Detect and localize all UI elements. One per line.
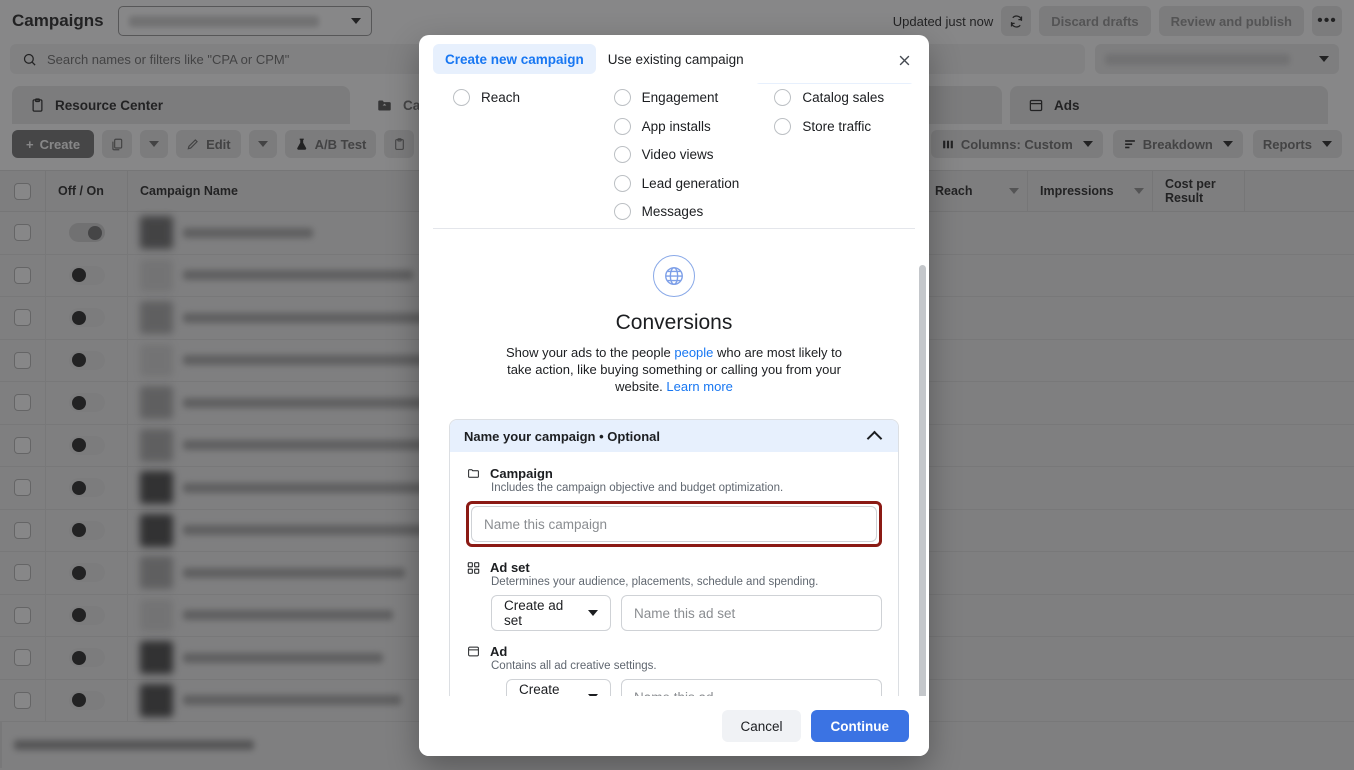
ad-set-name-placeholder: Name this ad set [634, 605, 736, 621]
cancel-button[interactable]: Cancel [722, 710, 801, 742]
radio-icon[interactable] [613, 89, 631, 107]
continue-button[interactable]: Continue [810, 710, 909, 742]
radio-icon[interactable] [774, 117, 792, 135]
objective-option-lead-generation[interactable]: Lead generation [594, 169, 755, 198]
globe-icon-wrapper [653, 255, 695, 297]
objective-option-reach[interactable]: Reach [433, 84, 594, 113]
people-link[interactable]: people [674, 345, 713, 360]
modal-scroll-area: Brand awarenessReachTrafficEngagementApp… [419, 83, 929, 696]
adset-label: Ad set [490, 560, 530, 575]
radio-icon[interactable] [453, 89, 470, 107]
objective-label: Store traffic [802, 118, 872, 134]
learn-more-link[interactable]: Learn more [666, 379, 732, 394]
tab-create-new-campaign[interactable]: Create new campaign [433, 44, 596, 74]
objective-option-messages[interactable]: Messages [594, 198, 755, 227]
close-button[interactable] [893, 49, 915, 71]
campaign-name-input[interactable]: Name this campaign [471, 506, 877, 542]
objective-option-engagement[interactable]: Engagement [594, 84, 755, 113]
chevron-up-icon[interactable] [866, 430, 883, 446]
create-ad-label: Create ad [519, 682, 560, 696]
create-campaign-modal: Create new campaign Use existing campaig… [419, 35, 929, 756]
modal-tab-bar: Create new campaign Use existing campaig… [419, 35, 929, 83]
objective-label: Reach [481, 90, 521, 106]
objective-label: Video views [641, 147, 714, 163]
create-ad-set-label: Create ad set [504, 598, 564, 628]
ad-icon [468, 646, 479, 657]
campaign-name-placeholder: Name this campaign [484, 516, 608, 532]
ad-name-input[interactable]: Name this ad [621, 679, 882, 696]
radio-icon[interactable] [613, 146, 631, 164]
campaign-label: Campaign [490, 466, 553, 481]
campaign-name-highlight: Name this campaign [466, 501, 882, 547]
objective-detail: Conversions Show your ads to the people … [433, 229, 915, 403]
objective-label: Catalog sales [802, 90, 885, 106]
objective-option-catalog-sales[interactable]: Catalog sales [754, 84, 915, 113]
name-campaign-title: Name your campaign • Optional [464, 428, 660, 444]
objective-label: Lead generation [641, 175, 740, 191]
adset-section-header: Ad set [466, 560, 882, 575]
radio-icon[interactable] [613, 117, 631, 135]
create-ad-select[interactable]: Create ad [506, 679, 611, 696]
globe-icon [665, 267, 683, 285]
chevron-down-icon [588, 610, 598, 616]
name-campaign-header[interactable]: Name your campaign • Optional [450, 420, 898, 452]
objective-title: Conversions [615, 311, 733, 334]
objective-description: Show your ads to the people people who a… [499, 344, 849, 395]
objective-column: Brand awarenessReach [433, 83, 594, 226]
ad-subtitle: Contains all ad creative settings. [491, 660, 657, 672]
campaign-section-header: Campaign [466, 466, 882, 481]
campaign-subtitle: Includes the campaign objective and budg… [491, 482, 784, 494]
objective-option-store-traffic[interactable]: Store traffic [754, 112, 915, 141]
ad-name-placeholder: Name this ad [634, 690, 714, 697]
objective-label: App installs [641, 118, 711, 134]
adset-icon [467, 561, 480, 574]
ad-set-name-input[interactable]: Name this ad set [621, 595, 882, 631]
objective-column: TrafficEngagementApp installsVideo views… [594, 83, 755, 226]
modal-footer: Cancel Continue [419, 696, 929, 756]
adset-subtitle: Determines your audience, placements, sc… [491, 576, 819, 588]
radio-icon[interactable] [774, 89, 792, 107]
folder-icon [468, 469, 479, 478]
create-ad-set-select[interactable]: Create ad set [491, 595, 611, 631]
objective-option-video-views[interactable]: Video views [594, 141, 755, 170]
objective-label: Messages [641, 204, 704, 220]
ad-section-header: Ad [466, 644, 882, 659]
modal-scrollbar[interactable] [919, 265, 926, 696]
desc-part-1: Show your ads to the people [505, 345, 675, 360]
chevron-down-icon [588, 694, 598, 696]
tab-use-existing-campaign[interactable]: Use existing campaign [596, 44, 756, 74]
objective-label: Engagement [641, 90, 719, 106]
objective-column: ConversionsCatalog salesStore traffic [754, 83, 916, 226]
ad-label: Ad [490, 644, 508, 659]
name-campaign-card: Name your campaign • Optional Campaign I… [449, 419, 899, 696]
objective-option-app-installs[interactable]: App installs [594, 112, 755, 141]
radio-icon[interactable] [613, 203, 631, 221]
campaign-objectives: Brand awarenessReachTrafficEngagementApp… [433, 83, 916, 226]
close-icon [899, 55, 909, 65]
radio-icon[interactable] [613, 174, 631, 192]
